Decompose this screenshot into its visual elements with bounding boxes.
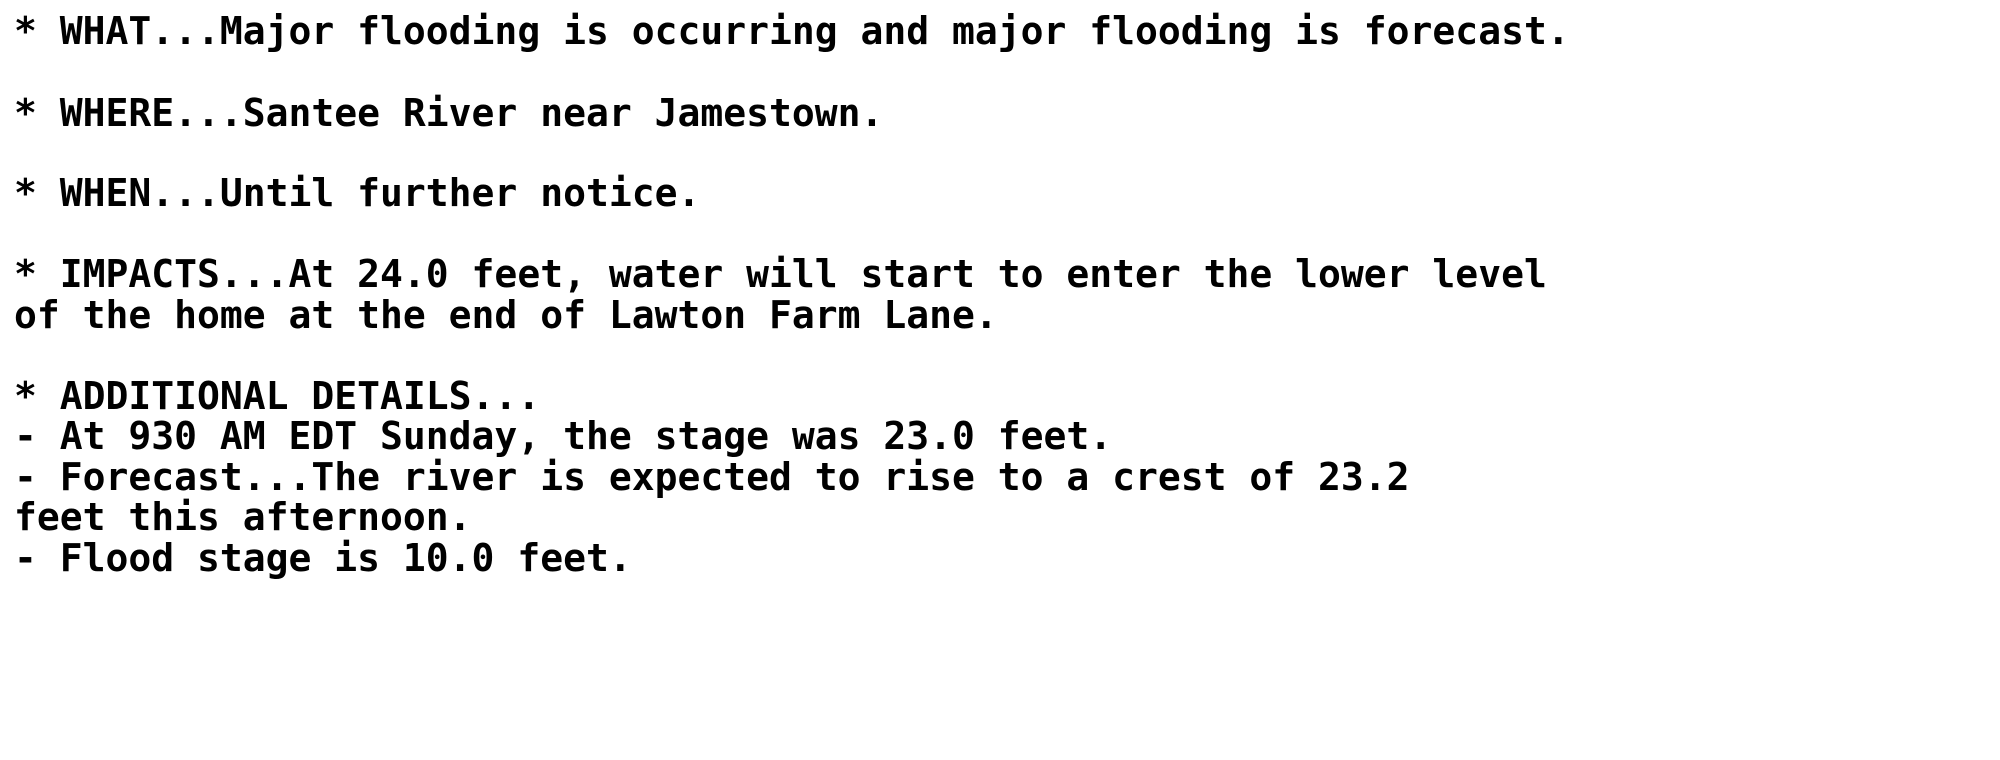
bulletin-line-impacts-continued: of the home at the end of Lawton Farm La… — [14, 293, 998, 337]
bulletin-line-what: * WHAT...Major flooding is occurring and… — [14, 9, 1570, 53]
flood-warning-bulletin: * WHAT...Major flooding is occurring and… — [0, 0, 2000, 760]
bulletin-line-when: * WHEN...Until further notice. — [14, 171, 701, 215]
bulletin-line-where: * WHERE...Santee River near Jamestown. — [14, 91, 884, 135]
bulletin-line-detail-flood-stage: - Flood stage is 10.0 feet. — [14, 536, 632, 580]
